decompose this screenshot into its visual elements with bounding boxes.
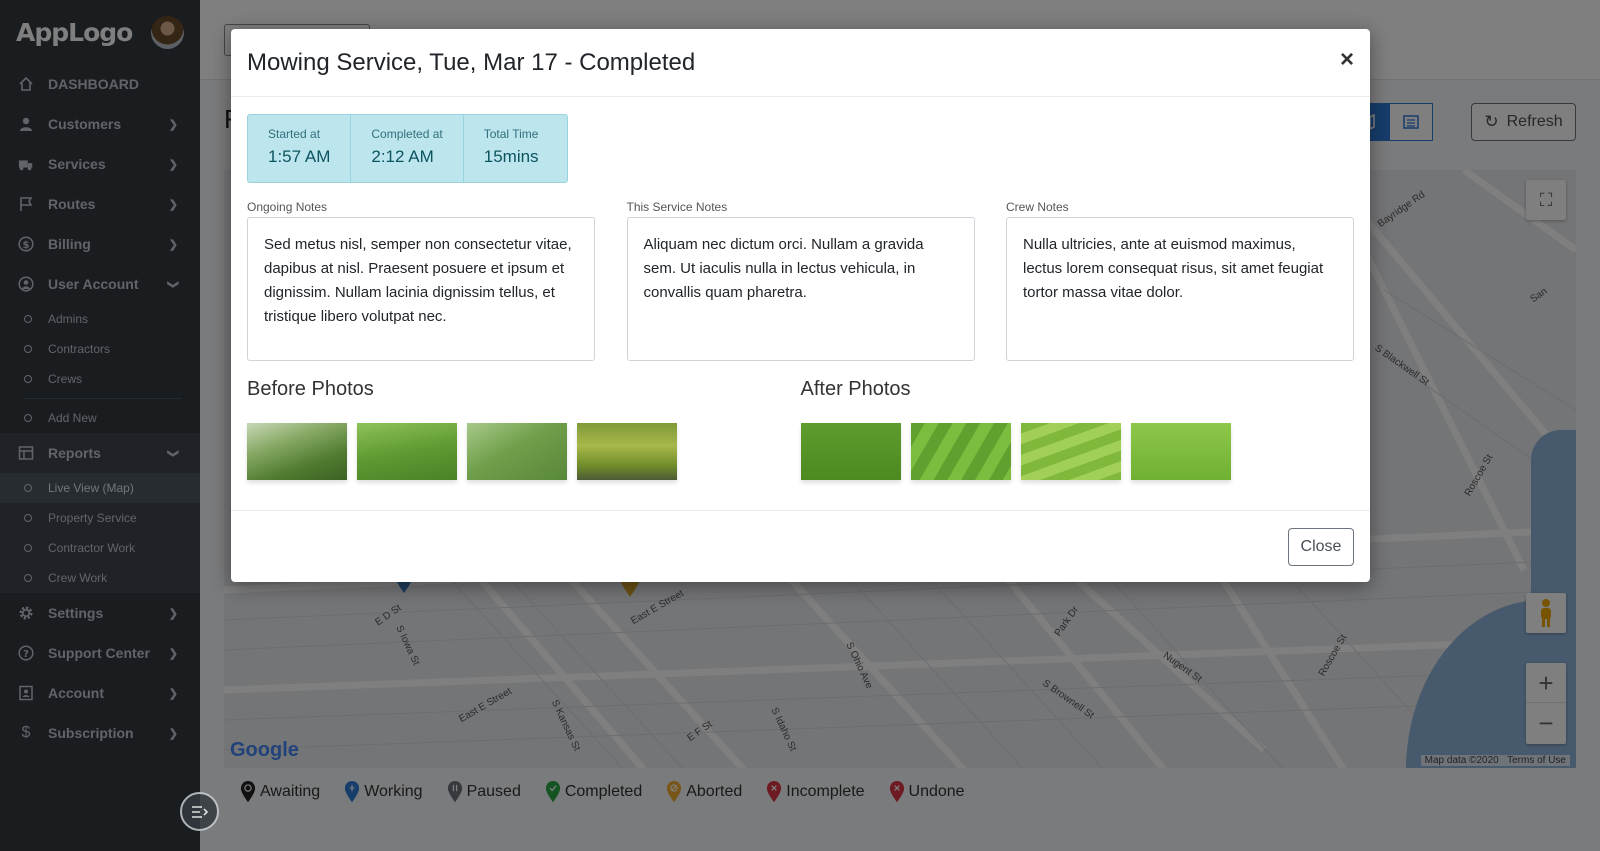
after-photo-thumbnail[interactable] xyxy=(910,423,1011,480)
before-photo-thumbnail[interactable] xyxy=(247,423,347,480)
notes-box: Aliquam nec dictum orci. Nullam a gravid… xyxy=(626,217,975,361)
completed-at-cell: Completed at 2:12 AM xyxy=(351,115,464,182)
notes-box: Sed metus nisl, semper non consectetur v… xyxy=(247,217,595,361)
after-photo-thumbnail[interactable] xyxy=(1020,423,1121,480)
time-value: 15mins xyxy=(483,147,539,166)
time-label: Total Time xyxy=(483,127,539,141)
after-photo-thumbnail[interactable] xyxy=(1130,423,1231,480)
after-photo-thumbnail[interactable] xyxy=(800,423,901,480)
time-summary: Started at 1:57 AM Completed at 2:12 AM … xyxy=(247,114,568,183)
after-photos: After Photos xyxy=(800,378,1355,480)
crew-notes: Crew Notes Nulla ultricies, ante at euis… xyxy=(1006,200,1354,361)
after-photos-heading: After Photos xyxy=(800,378,911,400)
sidebar-collapse-button[interactable] xyxy=(180,792,219,831)
photos-section: Before Photos After Photos xyxy=(247,378,1354,480)
modal-header: Mowing Service, Tue, Mar 17 - Completed … xyxy=(231,29,1370,97)
total-time-cell: Total Time 15mins xyxy=(464,115,567,182)
notes-label: This Service Notes xyxy=(626,200,728,214)
modal-title: Mowing Service, Tue, Mar 17 - Completed xyxy=(247,48,696,76)
started-at-cell: Started at 1:57 AM xyxy=(248,115,352,182)
time-label: Completed at xyxy=(371,127,443,141)
before-photo-thumbnail[interactable] xyxy=(357,423,457,480)
time-value: 2:12 AM xyxy=(371,147,434,166)
before-photo-list xyxy=(247,423,801,480)
notes-section: Ongoing Notes Sed metus nisl, semper non… xyxy=(247,200,1354,361)
notes-label: Ongoing Notes xyxy=(247,200,328,214)
before-photo-thumbnail[interactable] xyxy=(577,423,677,480)
menu-collapse-icon xyxy=(191,805,208,818)
close-button[interactable]: Close xyxy=(1288,528,1354,566)
ongoing-notes: Ongoing Notes Sed metus nisl, semper non… xyxy=(247,200,595,361)
before-photos: Before Photos xyxy=(247,378,801,480)
service-notes: This Service Notes Aliquam nec dictum or… xyxy=(626,200,975,361)
close-icon[interactable]: × xyxy=(1340,46,1354,74)
after-photo-list xyxy=(800,423,1355,480)
before-photos-heading: Before Photos xyxy=(247,378,374,400)
service-detail-modal: Mowing Service, Tue, Mar 17 - Completed … xyxy=(231,29,1370,582)
time-label: Started at xyxy=(268,127,321,141)
notes-label: Crew Notes xyxy=(1006,200,1069,214)
modal-footer: Close xyxy=(231,510,1370,582)
notes-box: Nulla ultricies, ante at euismod maximus… xyxy=(1006,217,1354,361)
before-photo-thumbnail[interactable] xyxy=(467,423,567,480)
time-value: 1:57 AM xyxy=(268,147,331,166)
